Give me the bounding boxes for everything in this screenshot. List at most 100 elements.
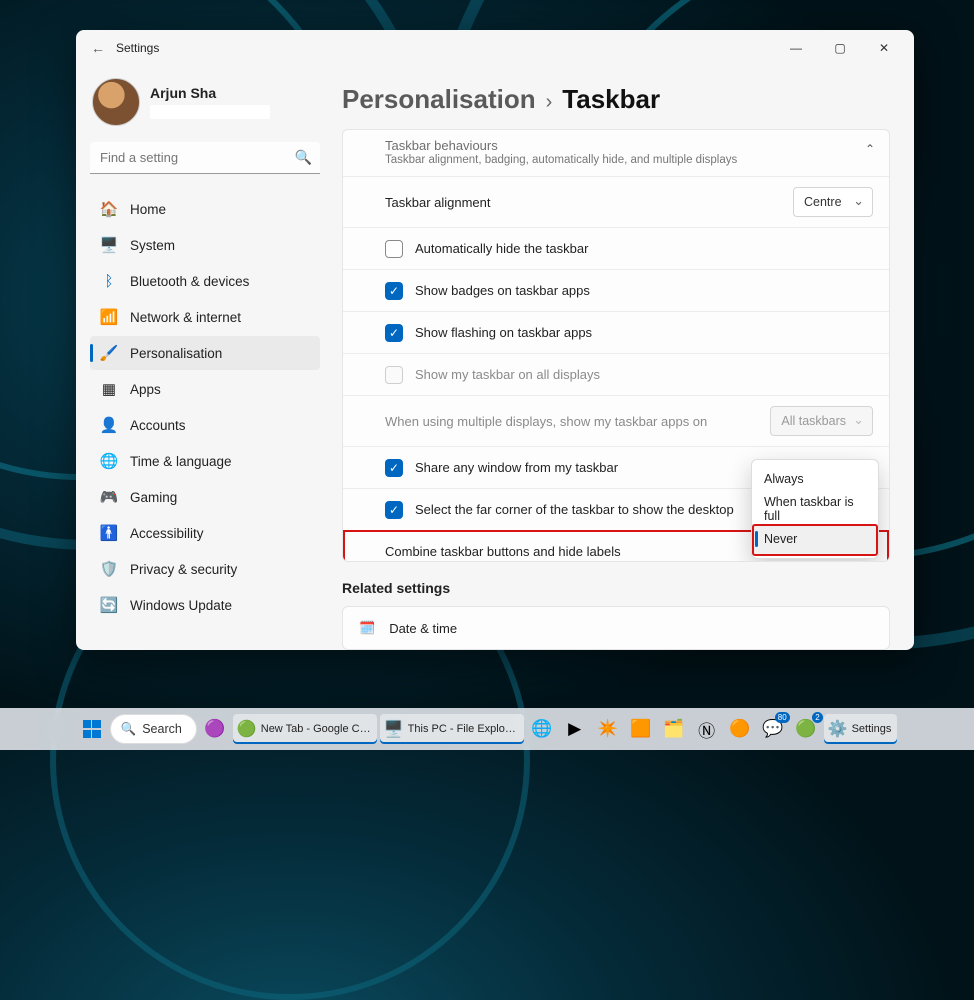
breadcrumb-current: Taskbar — [562, 84, 660, 115]
minimize-button[interactable]: — — [774, 33, 818, 63]
breadcrumb-parent[interactable]: Personalisation — [342, 84, 536, 115]
breadcrumb-sep: › — [546, 91, 553, 114]
checkbox[interactable] — [385, 240, 403, 258]
taskbar-app-badge-1[interactable]: 💬 — [758, 714, 788, 744]
avatar — [92, 78, 140, 126]
nav-icon: 🎮 — [100, 488, 118, 506]
start-button[interactable] — [77, 714, 107, 744]
nav-icon: ᛒ — [100, 272, 118, 290]
row-show-flashing[interactable]: ✓ Show flashing on taskbar apps — [343, 311, 889, 353]
taskbar-notion[interactable]: Ⓝ — [692, 714, 722, 744]
breadcrumb: Personalisation › Taskbar — [334, 76, 890, 129]
taskbar-terminal[interactable]: ▶ — [560, 714, 590, 744]
dropdown-option-always[interactable]: Always — [752, 464, 878, 494]
nav-item-home[interactable]: 🏠 Home — [90, 192, 320, 226]
taskbar-behaviours-panel: Taskbar behaviours Taskbar alignment, ba… — [342, 129, 890, 562]
nav-label: Home — [130, 202, 166, 217]
search-input[interactable] — [90, 142, 320, 174]
related-date-time[interactable]: 🗓️ Date & time — [342, 606, 890, 650]
label: Share any window from my taskbar — [415, 460, 618, 475]
user-profile[interactable]: Arjun Sha — [92, 78, 320, 126]
nav-label: Windows Update — [130, 598, 232, 613]
gear-icon: ⚙️ — [828, 719, 848, 739]
maximize-button[interactable]: ▢ — [818, 33, 862, 63]
nav-item-apps[interactable]: ▦Apps — [90, 372, 320, 406]
row-show-all-displays: Show my taskbar on all displays — [343, 353, 889, 395]
nav-icon: 🛡️ — [100, 560, 118, 578]
back-button[interactable]: ← — [84, 40, 112, 56]
windows-taskbar: 🔍 Search 🟣 🟢 New Tab - Google Chrome 🖥️ … — [0, 708, 974, 750]
taskbar-app-2[interactable]: 🟧 — [626, 714, 656, 744]
label: Show my taskbar on all displays — [415, 367, 600, 382]
sidebar: Arjun Sha 🔍 🏠 Home 🖥️System ᛒ Bluetooth & de… — [76, 66, 334, 650]
label: When using multiple displays, show my ta… — [385, 414, 707, 429]
nav-icon: 🖌️ — [100, 344, 118, 362]
settings-window: ← Settings — ▢ ✕ Arjun Sha 🔍 🏠 Home 🖥️Syst… — [76, 30, 914, 650]
nav-label: Accessibility — [130, 526, 204, 541]
user-email-redacted — [150, 105, 270, 119]
copilot-icon[interactable]: 🟣 — [200, 714, 230, 744]
nav-label: Personalisation — [130, 346, 222, 361]
nav-item-network-internet[interactable]: 📶 Network & internet — [90, 300, 320, 334]
nav-item-bluetooth-devices[interactable]: ᛒ Bluetooth & devices — [90, 264, 320, 298]
nav-icon: 🌐 — [100, 452, 118, 470]
main-content: Personalisation › Taskbar Taskbar behavi… — [334, 66, 914, 650]
taskbar-search[interactable]: 🔍 Search — [110, 714, 197, 744]
label: Automatically hide the taskbar — [415, 241, 588, 256]
search-icon: 🔍 — [295, 149, 312, 166]
combine-dropdown: Always When taskbar is full Never — [751, 459, 879, 559]
row-show-badges[interactable]: ✓ Show badges on taskbar apps — [343, 269, 889, 311]
checkbox — [385, 366, 403, 384]
nav-item-system[interactable]: 🖥️System — [90, 228, 320, 262]
nav-item-personalisation[interactable]: 🖌️ Personalisation — [90, 336, 320, 370]
nav-label: Bluetooth & devices — [130, 274, 249, 289]
taskbar-settings[interactable]: ⚙️ Settings — [824, 714, 898, 744]
row-combine-labels: Combine taskbar buttons and hide labels … — [343, 530, 889, 562]
nav-icon: 🖥️ — [100, 236, 118, 254]
taskbar-chrome[interactable]: 🟢 New Tab - Google Chrome — [233, 714, 377, 744]
nav-item-accessibility[interactable]: 🚹 Accessibility — [90, 516, 320, 550]
window-title: Settings — [116, 41, 159, 55]
nav-label: Time & language — [130, 454, 232, 469]
taskbar-edge[interactable]: 🌐 — [527, 714, 557, 744]
alignment-select[interactable]: Centre — [793, 187, 873, 217]
dropdown-option-never[interactable]: Never — [752, 524, 878, 554]
row-auto-hide[interactable]: Automatically hide the taskbar — [343, 227, 889, 269]
taskbar-explorer[interactable]: 🖥️ This PC - File Explorer — [380, 714, 524, 744]
panel-header[interactable]: Taskbar behaviours Taskbar alignment, ba… — [343, 130, 889, 176]
checkbox[interactable]: ✓ — [385, 324, 403, 342]
label: Show flashing on taskbar apps — [415, 325, 592, 340]
dropdown-option-when-full[interactable]: When taskbar is full — [752, 494, 878, 524]
nav-icon: 🏠 — [100, 200, 118, 218]
user-name: Arjun Sha — [150, 85, 270, 101]
related-settings: Related settings 🗓️ Date & time — [342, 580, 890, 650]
nav-icon: 🚹 — [100, 524, 118, 542]
checkbox[interactable]: ✓ — [385, 459, 403, 477]
checkbox[interactable]: ✓ — [385, 282, 403, 300]
close-button[interactable]: ✕ — [862, 33, 906, 63]
calendar-icon: 🗓️ — [359, 620, 375, 636]
nav-item-windows-update[interactable]: 🔄 Windows Update — [90, 588, 320, 622]
chevron-up-icon: ⌃ — [865, 142, 875, 156]
taskbar-whatsapp[interactable]: 🟢 — [791, 714, 821, 744]
nav-item-time-language[interactable]: 🌐 Time & language — [90, 444, 320, 478]
taskbar-app-4[interactable]: 🟠 — [725, 714, 755, 744]
explorer-icon: 🖥️ — [384, 719, 404, 739]
related-heading: Related settings — [342, 580, 890, 596]
label: Taskbar alignment — [385, 195, 491, 210]
checkbox[interactable]: ✓ — [385, 501, 403, 519]
panel-subtitle: Taskbar alignment, badging, automaticall… — [385, 154, 873, 166]
row-multi-display-where: When using multiple displays, show my ta… — [343, 395, 889, 446]
nav-label: Accounts — [130, 418, 186, 433]
taskbar-app-3[interactable]: 🗂️ — [659, 714, 689, 744]
taskbar-app-1[interactable]: ✴️ — [593, 714, 623, 744]
nav-label: Network & internet — [130, 310, 241, 325]
nav-item-accounts[interactable]: 👤Accounts — [90, 408, 320, 442]
nav-icon: 📶 — [100, 308, 118, 326]
label: Date & time — [389, 621, 457, 636]
nav-icon: 🔄 — [100, 596, 118, 614]
nav-item-gaming[interactable]: 🎮 Gaming — [90, 480, 320, 514]
nav-icon: ▦ — [100, 380, 118, 398]
nav-item-privacy-security[interactable]: 🛡️Privacy & security — [90, 552, 320, 586]
nav-label: Gaming — [130, 490, 177, 505]
